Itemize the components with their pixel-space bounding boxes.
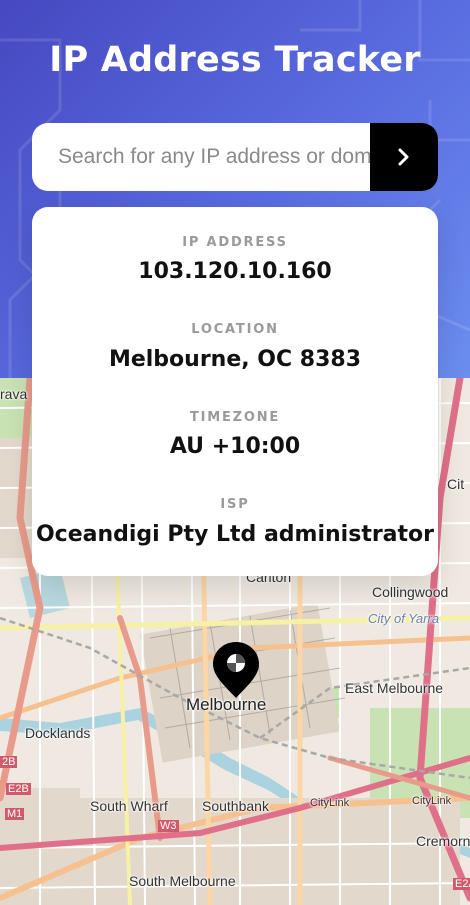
map-label-citylink-2: CityLink xyxy=(412,795,452,807)
search-submit-button[interactable] xyxy=(370,123,438,191)
ip-info-card: IP ADDRESS 103.120.10.160 LOCATION Melbo… xyxy=(32,207,438,576)
map-label-southbank: Southbank xyxy=(202,798,269,814)
map-label-2b: 2B xyxy=(0,756,18,768)
chevron-right-icon xyxy=(398,148,409,166)
map-label-south-wharf: South Wharf xyxy=(90,798,168,814)
map-label-w3: W3 xyxy=(158,820,179,832)
map-label-cremorne: Cremorn xyxy=(416,833,470,849)
location-label: LOCATION xyxy=(191,322,279,337)
isp-label: ISP xyxy=(220,497,250,512)
map-label-rava: rava xyxy=(0,386,28,402)
location-marker-icon[interactable] xyxy=(211,640,261,700)
search-input[interactable] xyxy=(32,123,370,191)
isp-value: Oceandigi Pty Ltd administrator xyxy=(35,522,435,547)
search-bar xyxy=(32,123,438,191)
page-title: IP Address Tracker xyxy=(49,40,421,80)
ip-address-value: 103.120.10.160 xyxy=(138,259,332,284)
map-label-cit: Cit xyxy=(447,476,465,492)
timezone-value: AU +10:00 xyxy=(169,434,301,459)
map-label-m1: M1 xyxy=(5,808,25,820)
ip-address-label: IP ADDRESS xyxy=(182,235,288,250)
map-label-e2b: E2B xyxy=(6,783,31,795)
map-label-east-melbourne: East Melbourne xyxy=(345,680,444,696)
map-label-docklands: Docklands xyxy=(25,725,91,741)
location-value: Melbourne, OC 8383 xyxy=(108,347,362,372)
map-label-e2a: E2A xyxy=(453,878,470,890)
timezone-label: TIMEZONE xyxy=(189,410,281,425)
map-label-citylink: CityLink xyxy=(310,797,350,809)
map-label-collingwood: Collingwood xyxy=(372,584,449,600)
map-label-city-of-yarra: City of Yarra xyxy=(368,611,440,626)
map-label-south-melbourne: South Melbourne xyxy=(129,873,236,889)
